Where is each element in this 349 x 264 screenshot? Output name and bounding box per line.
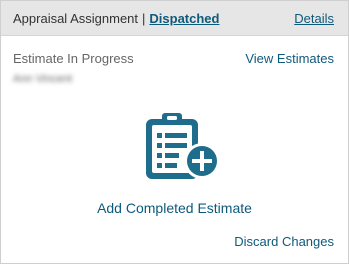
view-estimates-link[interactable]: View Estimates bbox=[245, 51, 334, 66]
discard-changes-link[interactable]: Discard Changes bbox=[234, 234, 334, 249]
status-link[interactable]: Dispatched bbox=[149, 11, 219, 26]
estimate-owner-name: Ann Vincent bbox=[13, 73, 73, 85]
add-estimate-icon-button[interactable] bbox=[144, 111, 224, 181]
estimate-status-label: Estimate In Progress bbox=[13, 51, 134, 66]
details-link[interactable]: Details bbox=[294, 11, 334, 26]
header-separator: | bbox=[142, 10, 146, 26]
appraisal-card: Appraisal Assignment | Dispatched Detail… bbox=[0, 0, 349, 264]
add-completed-estimate-link[interactable]: Add Completed Estimate bbox=[1, 200, 348, 216]
header-title: Appraisal Assignment bbox=[13, 10, 139, 26]
estimate-row: Estimate In Progress View Estimates bbox=[1, 36, 348, 66]
clipboard-add-icon bbox=[146, 113, 220, 179]
card-header: Appraisal Assignment | Dispatched Detail… bbox=[1, 1, 348, 36]
